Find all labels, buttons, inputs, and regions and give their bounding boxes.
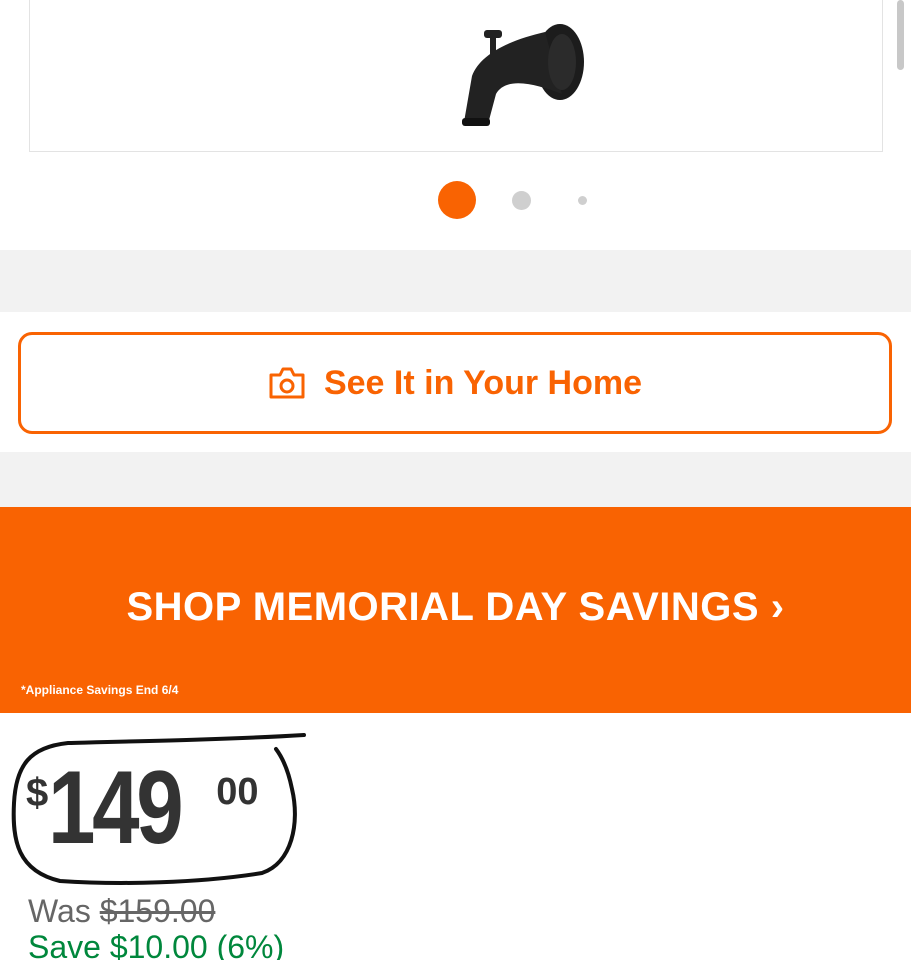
- was-label: Was: [28, 893, 91, 929]
- memorial-day-promo-banner[interactable]: SHOP MEMORIAL DAY SAVINGS › *Appliance S…: [0, 507, 911, 713]
- section-divider: [0, 250, 911, 312]
- ar-section: See It in Your Home: [0, 312, 911, 452]
- promo-headline: SHOP MEMORIAL DAY SAVINGS ›: [126, 585, 785, 629]
- carousel-dot-1[interactable]: [438, 181, 476, 219]
- carousel-dot-2[interactable]: [512, 191, 531, 210]
- tub-spout-image: [462, 24, 584, 126]
- product-image-section: [0, 0, 911, 250]
- scrollbar[interactable]: [897, 0, 904, 70]
- product-image-frame[interactable]: [29, 0, 883, 152]
- currency-symbol: $: [26, 771, 49, 815]
- price-dollars: 149: [48, 750, 184, 866]
- price-cents: 00: [216, 771, 259, 813]
- carousel-dots: [0, 180, 911, 220]
- current-price: $ 149 00: [26, 753, 259, 863]
- see-it-in-your-home-button[interactable]: See It in Your Home: [18, 332, 892, 434]
- see-it-label: See It in Your Home: [323, 363, 643, 402]
- original-price: $159.00: [99, 893, 216, 929]
- carousel-dot-3[interactable]: [578, 196, 587, 205]
- promo-fine-print: *Appliance Savings End 6/4: [21, 683, 179, 697]
- savings-text: Save $10.00 (6%): [28, 929, 285, 960]
- camera-icon: [269, 367, 305, 399]
- was-price: Was $159.00: [28, 893, 215, 930]
- pricing-section: $ 149 00 Was $159.00 Save $10.00 (6%): [0, 713, 911, 960]
- section-divider: [0, 452, 911, 507]
